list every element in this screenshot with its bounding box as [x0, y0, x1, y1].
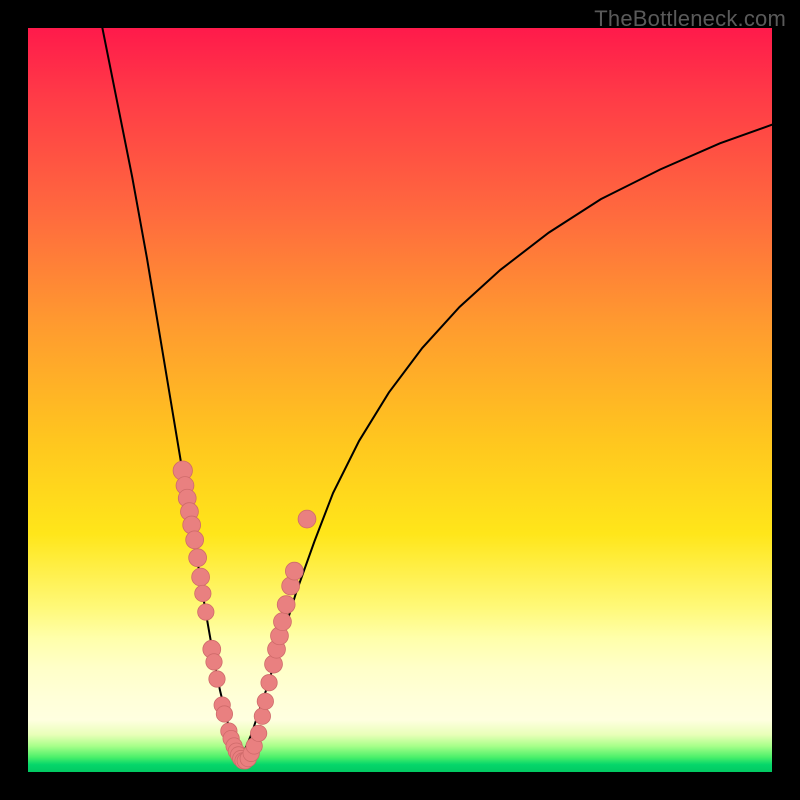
scatter-dot	[298, 510, 316, 528]
scatter-dot	[257, 693, 273, 709]
scatter-dot	[198, 604, 214, 620]
scatter-dot	[216, 706, 232, 722]
scatter-dots	[173, 461, 316, 769]
chart-frame: TheBottleneck.com	[0, 0, 800, 800]
scatter-dot	[195, 585, 211, 601]
scatter-dot	[261, 675, 277, 691]
curve-right	[240, 125, 772, 761]
scatter-dot	[250, 725, 266, 741]
scatter-dot	[192, 568, 210, 586]
scatter-dot	[186, 531, 204, 549]
scatter-dot	[277, 596, 295, 614]
scatter-dot	[209, 671, 225, 687]
scatter-dot	[254, 708, 270, 724]
scatter-dot	[189, 549, 207, 567]
chart-svg	[28, 28, 772, 772]
plot-area	[28, 28, 772, 772]
scatter-dot	[274, 613, 292, 631]
scatter-dot	[285, 562, 303, 580]
scatter-dot	[206, 654, 222, 670]
